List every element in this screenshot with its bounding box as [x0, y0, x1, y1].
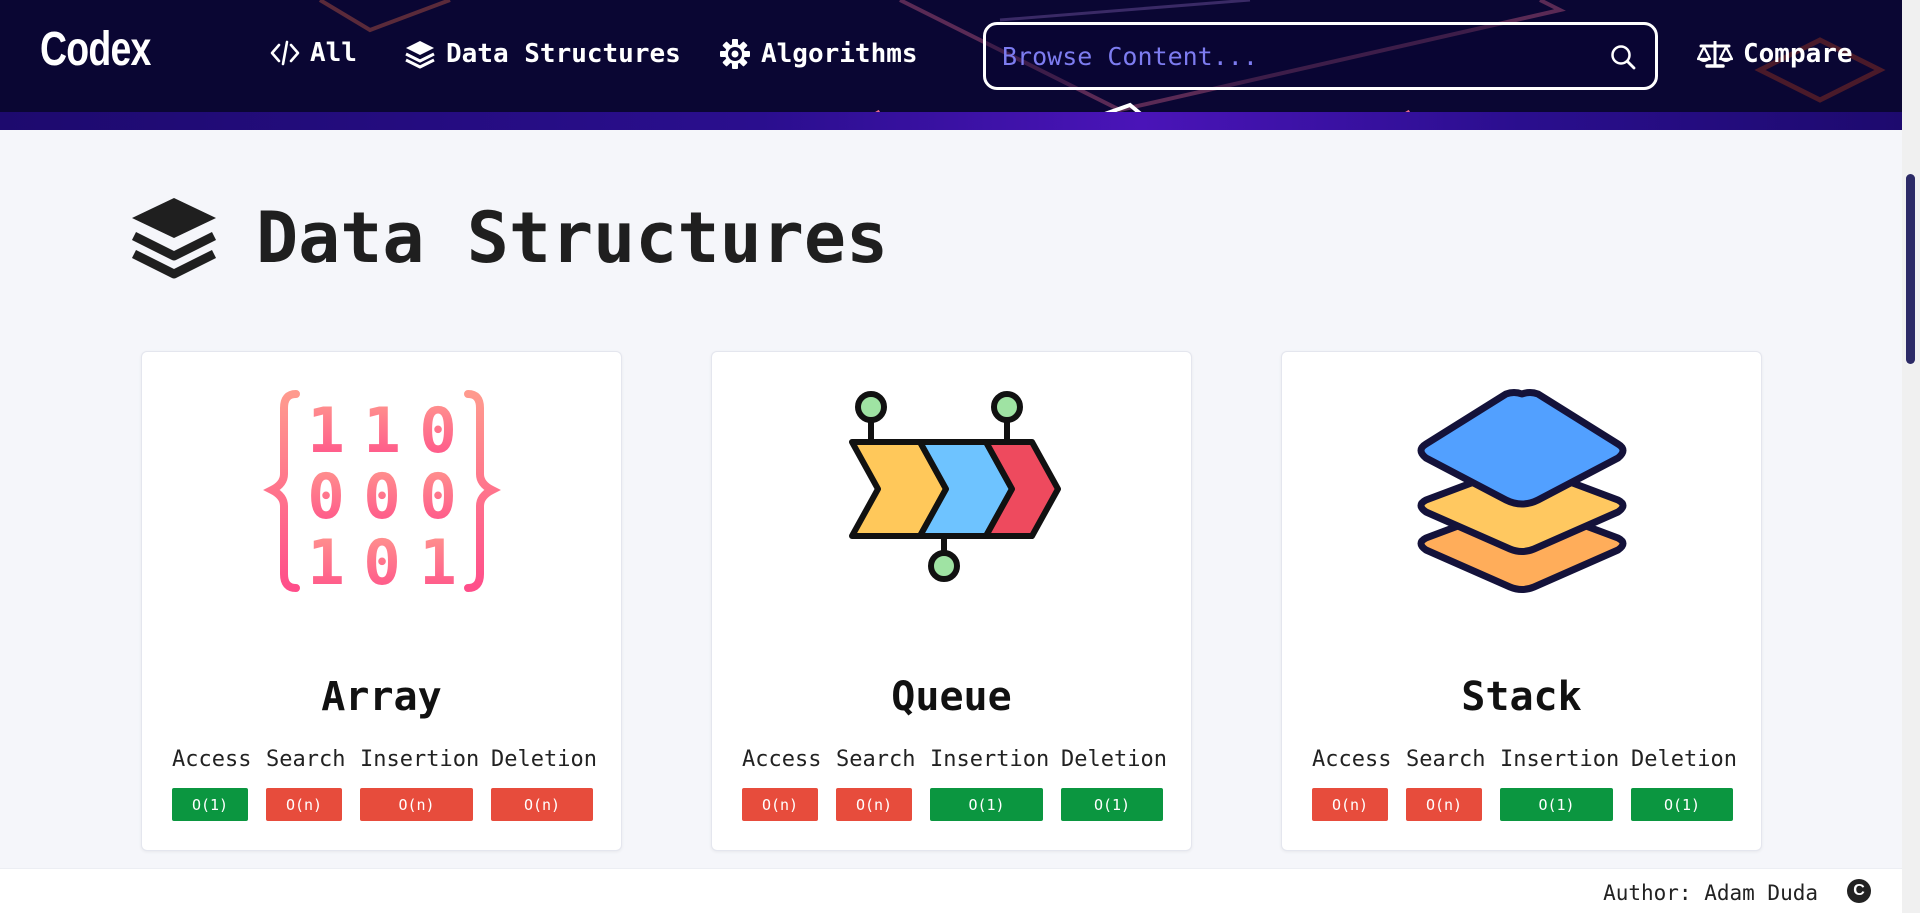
search-input[interactable] — [1002, 37, 1582, 75]
complexity-badge-deletion: O(1) — [1061, 788, 1163, 821]
op-label-search: Search — [266, 747, 346, 772]
svg-text:1: 1 — [307, 394, 344, 467]
card-image — [1282, 382, 1761, 612]
author-credit: Author: Adam Duda — [1603, 881, 1818, 905]
card-array[interactable]: 110 000 101 Array Access Search Insertio… — [141, 351, 622, 851]
copyright-icon: C — [1847, 879, 1871, 903]
svg-text:0: 0 — [363, 460, 400, 533]
op-label-insertion: Insertion — [930, 747, 1050, 772]
card-image: 110 000 101 — [142, 382, 621, 612]
binary-array-icon: 110 000 101 — [262, 390, 501, 599]
svg-text:1: 1 — [307, 526, 344, 599]
card-stack[interactable]: Stack Access Search Insertion Deletion O… — [1281, 351, 1762, 851]
svg-text:0: 0 — [419, 394, 456, 467]
queue-arrows-icon — [848, 391, 1061, 582]
stack-layers-icon — [1417, 389, 1626, 593]
complexity-badge-deletion: O(n) — [491, 788, 593, 821]
op-label-deletion: Deletion — [491, 747, 597, 772]
op-label-search: Search — [836, 747, 916, 772]
nav-algorithms[interactable]: Algorithms — [719, 38, 918, 70]
op-label-insertion: Insertion — [360, 747, 480, 772]
footer: Author: Adam Duda C — [0, 868, 1902, 913]
complexity-badge-access: O(n) — [1312, 788, 1388, 821]
op-label-insertion: Insertion — [1500, 747, 1620, 772]
op-label-access: Access — [172, 747, 252, 772]
card-image — [712, 382, 1191, 612]
page-title-text: Data Structures — [256, 197, 889, 279]
svg-text:1: 1 — [419, 526, 456, 599]
gear-icon — [720, 39, 750, 69]
search-icon[interactable] — [1609, 43, 1637, 71]
op-label-deletion: Deletion — [1631, 747, 1737, 772]
scrollbar-thumb[interactable] — [1906, 174, 1915, 364]
code-icon — [270, 40, 300, 66]
page-title: Data Structures — [130, 196, 888, 280]
complexity-badge-search: O(n) — [836, 788, 912, 821]
svg-text:0: 0 — [363, 526, 400, 599]
complexity-badge-search: O(n) — [1406, 788, 1482, 821]
nav-all[interactable]: All — [270, 38, 357, 68]
layers-icon — [131, 198, 217, 279]
scale-balance-icon — [1697, 41, 1733, 68]
nav-data-structures[interactable]: Data Structures — [404, 38, 681, 70]
site-logo[interactable]: Codex — [40, 22, 151, 77]
svg-text:1: 1 — [363, 394, 400, 467]
card-title: Array — [321, 674, 442, 720]
op-label-search: Search — [1406, 747, 1486, 772]
nav-all-label: All — [310, 38, 357, 68]
svg-text:0: 0 — [307, 460, 344, 533]
vertical-scrollbar[interactable] — [1902, 0, 1920, 913]
complexity-badge-access: O(n) — [742, 788, 818, 821]
complexity-badge-deletion: O(1) — [1631, 788, 1733, 821]
op-label-access: Access — [1312, 747, 1392, 772]
complexity-badge-insertion: O(1) — [1500, 788, 1613, 821]
nav-compare-label: Compare — [1743, 39, 1853, 69]
svg-text:0: 0 — [419, 460, 456, 533]
complexity-badge-access: O(1) — [172, 788, 248, 821]
op-label-deletion: Deletion — [1061, 747, 1167, 772]
op-label-access: Access — [742, 747, 822, 772]
nav-algorithms-label: Algorithms — [761, 39, 918, 69]
search-box — [983, 22, 1658, 90]
nav-compare[interactable]: Compare — [1697, 38, 1853, 70]
top-navigation-bar: Codex All Data Structures Algorithms Bro… — [0, 0, 1902, 130]
complexity-badge-search: O(n) — [266, 788, 342, 821]
nav-data-structures-label: Data Structures — [446, 39, 681, 69]
card-queue[interactable]: Queue Access Search Insertion Deletion O… — [711, 351, 1192, 851]
complexity-badge-insertion: O(1) — [930, 788, 1043, 821]
complexity-badge-insertion: O(n) — [360, 788, 473, 821]
card-title: Queue — [891, 674, 1012, 720]
layers-icon — [405, 41, 435, 69]
header-accent-stripe — [0, 112, 1902, 130]
card-title: Stack — [1461, 674, 1582, 720]
